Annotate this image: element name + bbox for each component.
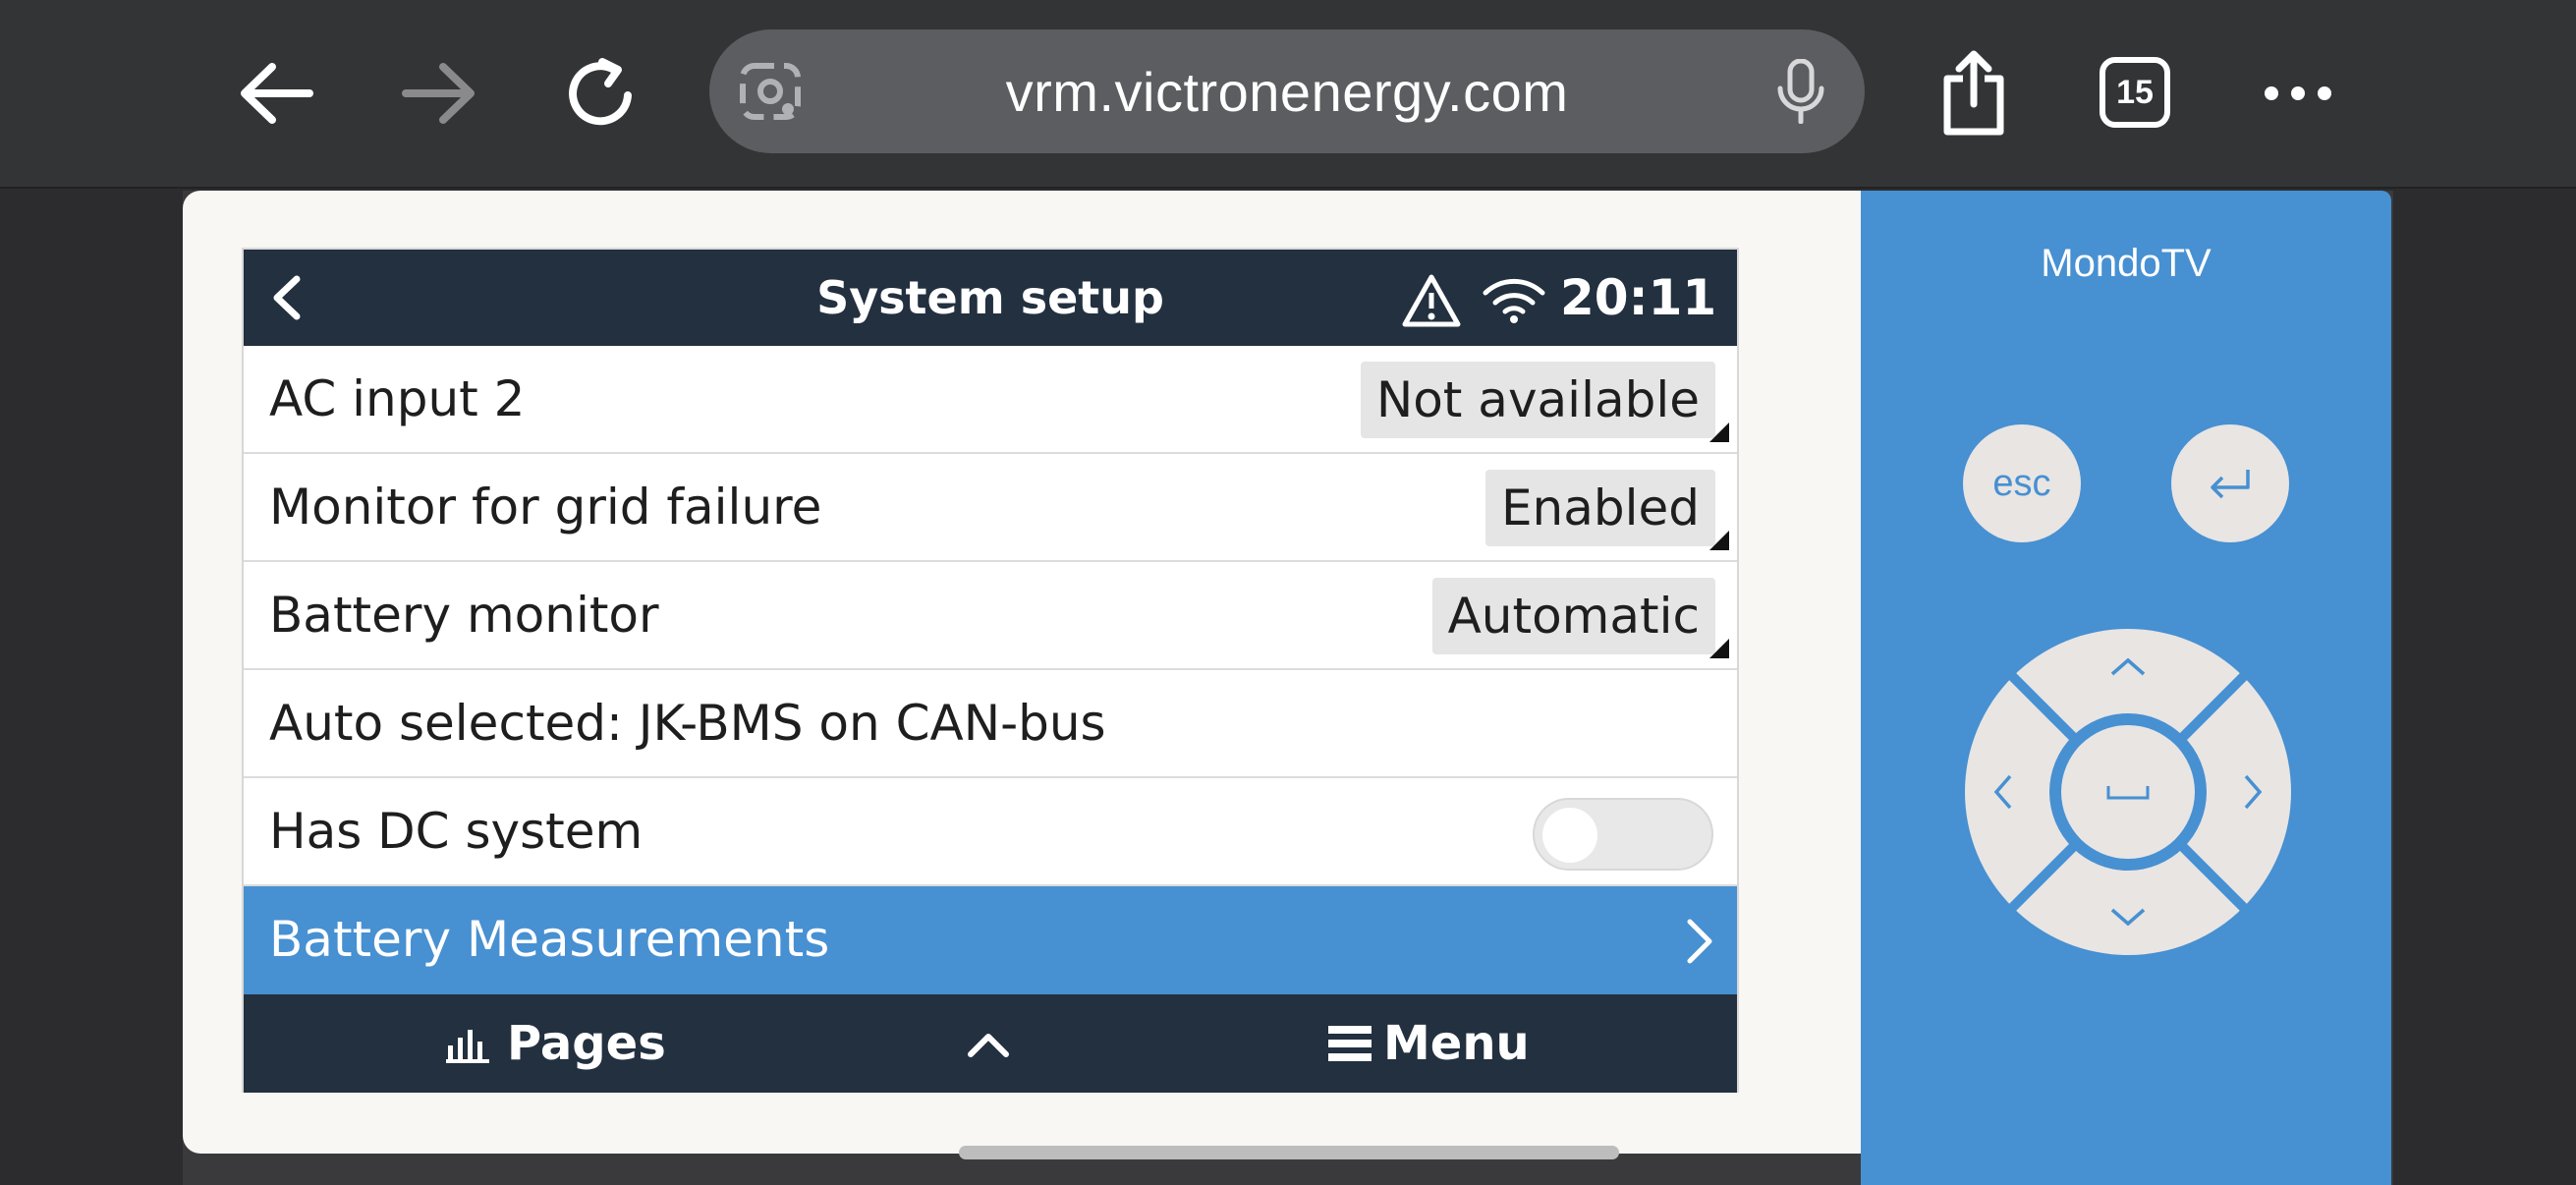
setting-label: Battery monitor [269,587,659,644]
direction-pad [1965,629,2291,955]
info-row-auto-selected: Auto selected: JK-BMS on CAN-bus [244,670,1737,778]
reload-button[interactable] [548,39,656,147]
forward-button[interactable] [385,39,493,147]
pages-label: Pages [507,1016,666,1071]
setting-row-battery-monitor[interactable]: Battery monitor Automatic [244,562,1737,670]
setting-row-ac-input-2[interactable]: AC input 2 Not available [244,346,1737,454]
info-label: Auto selected: JK-BMS on CAN-bus [269,695,1106,752]
remote-control: MondoTV esc [1861,191,2391,1185]
bar-chart-icon [446,1030,489,1063]
clock: 20:11 [1560,269,1717,326]
menu-button[interactable]: Menu [1328,994,1530,1093]
browser-toolbar: vrm.victronenergy.com 15 [0,0,2576,189]
setting-row-monitor-grid-failure[interactable]: Monitor for grid failure Enabled [244,454,1737,562]
share-button[interactable] [1920,39,2028,147]
esc-button[interactable]: esc [1963,424,2081,542]
more-button[interactable] [2244,39,2352,147]
hamburger-icon [1328,1026,1372,1061]
warning-icon [1402,274,1461,327]
more-dots-icon [2265,86,2331,100]
device-name: MondoTV [2041,242,2212,285]
toggle-knob [1542,808,1597,863]
address-bar[interactable]: vrm.victronenergy.com [709,29,1865,153]
scroll-indicator[interactable] [959,1146,1619,1159]
menu-label: Menu [1383,1016,1530,1071]
setting-label: AC input 2 [269,370,526,427]
dc-system-toggle[interactable] [1533,798,1713,871]
camera-lens-icon [740,63,801,120]
setting-label: Monitor for grid failure [269,479,822,536]
gx-footer: Pages Menu [244,994,1737,1093]
gx-header: System setup 20:11 [244,250,1737,346]
share-icon [1943,50,2004,136]
enter-icon [2211,470,2250,499]
menu-row-battery-measurements[interactable]: Battery Measurements [244,886,1737,994]
arrow-right-icon [402,63,475,124]
menu-label: Battery Measurements [269,911,830,968]
microphone-icon[interactable] [1776,59,1825,124]
scroll-up-button[interactable] [967,994,1010,1093]
url-text: vrm.victronenergy.com [1005,60,1569,123]
tabs-button[interactable]: 15 [2100,57,2170,128]
select-button[interactable] [2061,725,2195,859]
esc-label: esc [1992,462,2051,504]
back-button[interactable] [222,39,330,147]
reload-icon [569,58,632,126]
enter-button[interactable] [2171,424,2289,542]
edit-corner-icon [1709,531,1729,550]
edit-corner-icon [1709,423,1729,442]
chevron-up-icon [968,1034,1009,1057]
chevron-right-icon [1687,919,1712,964]
pages-button[interactable]: Pages [444,994,666,1093]
edit-corner-icon [1709,639,1729,658]
arrow-left-icon [241,63,313,124]
wifi-icon [1483,278,1545,323]
setting-value: Automatic [1431,578,1715,654]
setting-row-has-dc-system[interactable]: Has DC system [244,778,1737,886]
setting-value: Enabled [1484,470,1715,546]
gx-screen: System setup 20:11 AC input 2 Not availa… [242,248,1739,1093]
setting-label: Has DC system [269,803,644,860]
setting-value: Not available [1360,362,1715,438]
